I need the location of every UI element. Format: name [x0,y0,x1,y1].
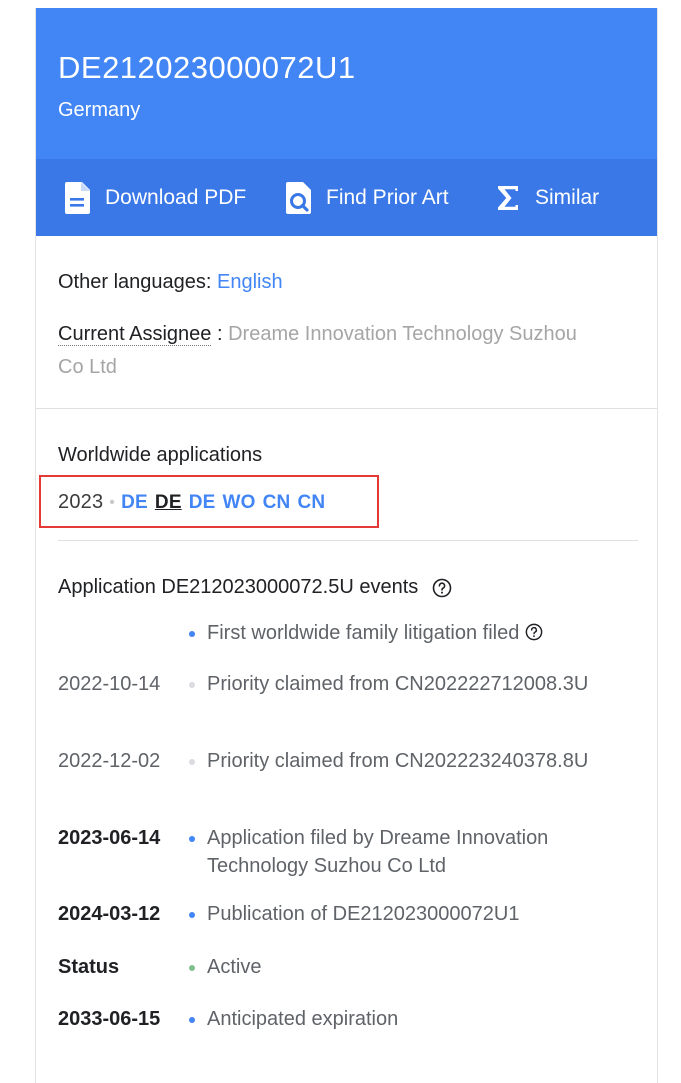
publication-number: DE212023000072U1 [58,50,356,85]
worldwide-applications-title: Worldwide applications [58,444,263,466]
patent-info-section: Other languages: English Current Assigne… [36,236,657,408]
search-document-icon [285,181,313,215]
language-link-english[interactable]: English [217,271,283,293]
similar-button[interactable]: Similar [494,159,599,236]
section-divider [36,408,657,409]
events-title: Application DE212023000072.5U events [58,576,452,599]
event-bullet [189,836,195,842]
event-bullet [189,965,195,971]
event-text-label: Priority claimed from CN202222712008.3U [207,673,589,695]
event-bullet [189,759,195,765]
event-date: 2023-06-14 [58,827,161,849]
sigma-icon [494,181,522,215]
event-text: Anticipated expiration [207,1005,627,1033]
event-date: 2033-06-15 [58,1008,161,1030]
event-text-label: Publication of DE212023000072U1 [207,903,520,925]
event-date: Status [58,956,120,978]
download-pdf-button[interactable]: Download PDF [64,159,246,236]
find-prior-art-label: Find Prior Art [326,185,449,209]
event-text: Publication of DE212023000072U1 [207,900,627,928]
event-bullet [189,631,195,637]
find-prior-art-button[interactable]: Find Prior Art [285,159,449,236]
similar-label: Similar [535,185,600,209]
event-date: 2022-10-14 [58,673,161,695]
event-text-label: Priority claimed from CN202223240378.8U [207,750,589,772]
document-icon [64,181,92,215]
help-icon[interactable] [525,621,543,641]
current-assignee-label[interactable]: Current Assignee [58,323,212,346]
other-languages-row: Other languages: English [58,270,283,294]
event-date: 2022-12-02 [58,750,161,772]
event-text-label: First worldwide family litigation filed [207,622,520,644]
event-text: Application filed by Dreame Innovation T… [207,824,627,880]
event-bullet [189,682,195,688]
action-toolbar: Download PDF Find Prior Art Similar [36,159,657,236]
event-text: Priority claimed from CN202222712008.3U [207,670,627,698]
other-languages-label: Other languages: [58,271,212,293]
event-text: Priority claimed from CN202223240378.8U [207,747,627,775]
events-title-text: Application DE212023000072.5U events [58,576,419,598]
assignee-separator: : [211,323,229,345]
event-bullet [189,1017,195,1023]
help-icon[interactable] [432,578,452,598]
worldwide-divider [58,540,638,541]
download-pdf-label: Download PDF [105,185,247,209]
event-text: Active [207,953,627,981]
current-assignee-row: Current Assignee : Dreame Innovation Tec… [58,318,578,384]
event-bullet [189,912,195,918]
country-label: Germany [58,99,141,121]
patent-header: DE212023000072U1 Germany [36,8,657,159]
event-text-label: Application filed by Dreame Innovation T… [207,827,549,877]
event-date: 2024-03-12 [58,903,161,925]
patent-card: DE212023000072U1 Germany Download PDF Fi… [35,8,658,1083]
event-text-label: Active [207,956,262,978]
highlight-box [39,475,379,528]
event-text: First worldwide family litigation filed [207,619,627,647]
event-text-label: Anticipated expiration [207,1008,399,1030]
